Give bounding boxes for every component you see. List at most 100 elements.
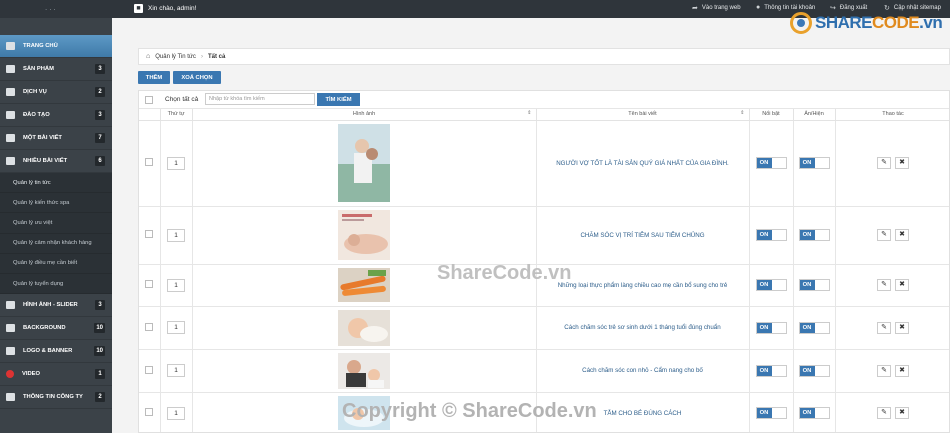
post-thumbnail[interactable] xyxy=(338,210,390,260)
breadcrumb-current: Tất cả xyxy=(207,53,226,60)
sidebar-item-video[interactable]: VIDEO 1 xyxy=(0,363,112,387)
sidebar-label: SẢN PHẨM xyxy=(23,66,54,72)
post-thumbnail[interactable] xyxy=(338,352,390,389)
toggle-on-label: ON xyxy=(756,365,772,376)
post-thumbnail[interactable] xyxy=(338,396,390,430)
visit-site-link[interactable]: ➦ Vào trang web xyxy=(692,4,741,12)
featured-toggle[interactable]: ON xyxy=(755,407,787,419)
breadcrumb-parent[interactable]: Quản lý Tin tức xyxy=(155,54,196,60)
menu-toggle[interactable]: ... xyxy=(45,3,58,12)
sidebar-item-logo-banner[interactable]: LOGO & BANNER 10 xyxy=(0,340,112,364)
edit-icon[interactable]: ✎ xyxy=(877,407,891,419)
order-input[interactable]: 1 xyxy=(167,228,185,242)
post-title[interactable]: Cách chăm sóc con nhỏ - Cẩm nang cho bố xyxy=(536,349,750,393)
search-button[interactable]: TÌM KIẾM xyxy=(317,93,360,106)
featured-toggle[interactable]: ON xyxy=(755,157,787,169)
grid-icon xyxy=(6,65,15,73)
visible-toggle[interactable]: ON xyxy=(798,364,830,377)
delete-selected-button[interactable]: XOÁ CHỌN xyxy=(173,71,221,84)
col-featured[interactable]: Nổi bật xyxy=(749,109,794,121)
refresh-icon: ↻ xyxy=(884,5,890,12)
post-title[interactable]: Cách chăm sóc trẻ sơ sinh dưới 1 tháng t… xyxy=(536,306,750,350)
delete-icon[interactable]: ✖ xyxy=(895,407,909,419)
order-input[interactable]: 1 xyxy=(167,156,185,170)
post-thumbnail[interactable] xyxy=(338,124,390,202)
sidebar-subitem-news[interactable]: Quản lý tin tức xyxy=(0,173,112,194)
order-input[interactable]: 1 xyxy=(167,364,185,377)
document-icon xyxy=(6,393,15,402)
featured-toggle[interactable]: ON xyxy=(755,229,787,241)
sidebar-label: THÔNG TIN CÔNG TY xyxy=(23,394,83,401)
sidebar-subitem-recruitment[interactable]: Quản lý tuyển dụng xyxy=(0,273,112,295)
sidebar-subitem-mother-tips[interactable]: Quản lý điều mẹ cần biết xyxy=(0,253,112,274)
visible-toggle[interactable]: ON xyxy=(798,407,830,419)
visible-toggle[interactable]: ON xyxy=(798,321,830,334)
edit-icon[interactable]: ✎ xyxy=(877,321,891,334)
add-button[interactable]: THÊM xyxy=(138,71,170,84)
edit-icon[interactable]: ✎ xyxy=(877,157,891,169)
order-input[interactable]: 1 xyxy=(167,278,185,292)
sidebar-item-multi-post[interactable]: NHIỀU BÀI VIẾT 6 xyxy=(0,150,112,173)
sidebar-item-slider[interactable]: HÌNH ẢNH - SLIDER 3 xyxy=(0,294,112,318)
col-image[interactable]: Hình ảnh ⇕ xyxy=(192,109,537,121)
edit-icon[interactable]: ✎ xyxy=(877,364,891,377)
row-checkbox[interactable] xyxy=(145,322,154,331)
logout-label: Đăng xuất xyxy=(839,5,868,11)
post-thumbnail[interactable] xyxy=(338,309,390,346)
search-input[interactable]: Nhập từ khóa tìm kiếm xyxy=(205,93,315,105)
order-input[interactable]: 1 xyxy=(167,321,185,334)
select-all-label: Chọn tất cả xyxy=(165,96,199,103)
table-row: 1 Những loại thực phẩm làng chiều cao mẹ… xyxy=(139,264,949,307)
col-title[interactable]: Tên bài viết ⇕ xyxy=(536,109,750,121)
featured-toggle[interactable]: ON xyxy=(755,279,787,291)
sidebar-subitem-advantages[interactable]: Quản lý ưu việt xyxy=(0,213,112,234)
post-title[interactable]: TẮM CHO BÉ ĐÚNG CÁCH xyxy=(536,392,750,432)
post-title[interactable]: CHĂM SÓC VỊ TRÍ TIÊM SAU TIÊM CHỦNG xyxy=(536,206,750,265)
sitemap-link[interactable]: ↻ Cập nhật sitemap xyxy=(884,4,941,12)
sidebar-item-training[interactable]: ĐÀO TẠO 3 xyxy=(0,104,112,127)
visible-toggle[interactable]: ON xyxy=(798,229,830,241)
account-info-label: Thông tin tài khoản xyxy=(764,4,816,11)
account-info-link[interactable]: ● Thông tin tài khoản xyxy=(756,4,815,11)
col-image-label: Hình ảnh xyxy=(352,111,376,118)
sidebar-item-background[interactable]: BACKGROUND 10 xyxy=(0,317,112,341)
sort-icon: ⇕ xyxy=(740,110,745,116)
visible-toggle[interactable]: ON xyxy=(798,157,830,169)
logout-link[interactable]: ↪ Đăng xuất xyxy=(830,4,867,12)
col-visible[interactable]: Ẩn/Hiện xyxy=(793,109,836,121)
order-input[interactable]: 1 xyxy=(167,406,185,420)
search-row: Chọn tất cả Nhập từ khóa tìm kiếm TÌM KI… xyxy=(139,91,949,109)
post-title[interactable]: NGƯỜI VỢ TỐT LÀ TÀI SẢN QUÝ GIÁ NHẤT CỦA… xyxy=(536,120,750,207)
delete-icon[interactable]: ✖ xyxy=(895,229,909,241)
delete-icon[interactable]: ✖ xyxy=(895,157,909,169)
row-checkbox[interactable] xyxy=(145,280,154,288)
delete-icon[interactable]: ✖ xyxy=(895,279,909,291)
count-badge: 7 xyxy=(95,133,105,143)
row-checkbox[interactable] xyxy=(145,408,154,416)
row-checkbox[interactable] xyxy=(145,230,154,238)
sidebar-subitem-testimonials[interactable]: Quản lý cảm nhận khách hàng xyxy=(0,233,112,254)
col-order[interactable]: Thứ tự xyxy=(160,109,193,121)
delete-icon[interactable]: ✖ xyxy=(895,321,909,334)
sidebar-subitem-spa[interactable]: Quản lý kiến thức spa xyxy=(0,193,112,214)
user-icon: ● xyxy=(756,4,761,11)
toggle-on-label: ON xyxy=(756,280,772,290)
select-all-checkbox[interactable] xyxy=(145,96,153,104)
post-thumbnail[interactable] xyxy=(338,268,390,302)
featured-toggle[interactable]: ON xyxy=(755,364,787,377)
featured-toggle[interactable]: ON xyxy=(755,321,787,334)
edit-icon[interactable]: ✎ xyxy=(877,229,891,241)
sidebar-item-company-info[interactable]: THÔNG TIN CÔNG TY 2 xyxy=(0,386,112,410)
home-icon[interactable]: ⌂ xyxy=(146,53,150,60)
sidebar-item-products[interactable]: SẢN PHẨM 3 xyxy=(0,58,112,81)
chevron-right-icon: › xyxy=(200,53,203,60)
delete-icon[interactable]: ✖ xyxy=(895,364,909,377)
sidebar-item-single-post[interactable]: MỘT BÀI VIẾT 7 xyxy=(0,127,112,150)
sidebar-item-home[interactable]: TRANG CHỦ xyxy=(0,35,112,58)
sidebar-item-services[interactable]: DỊCH VỤ 2 xyxy=(0,81,112,104)
post-title[interactable]: Những loại thực phẩm làng chiều cao mẹ c… xyxy=(536,264,750,307)
visible-toggle[interactable]: ON xyxy=(798,279,830,291)
row-checkbox[interactable] xyxy=(145,365,154,374)
row-checkbox[interactable] xyxy=(145,158,154,166)
edit-icon[interactable]: ✎ xyxy=(877,279,891,291)
